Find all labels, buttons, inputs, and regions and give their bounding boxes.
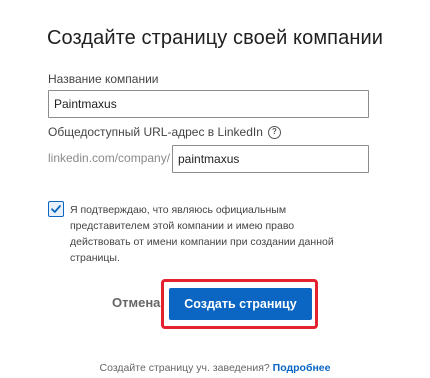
question-circle-icon[interactable]: ? [267,125,281,139]
footer-text: Создайте страницу уч. заведения? [99,362,270,374]
footer: Создайте страницу уч. заведения? Подробн… [0,362,430,374]
url-label-row: Общедоступный URL-адрес в LinkedIn ? [48,125,281,139]
url-label: Общедоступный URL-адрес в LinkedIn [48,125,263,139]
url-prefix: linkedin.com/company/ [48,151,171,165]
page-title: Создайте страницу своей компании [46,27,384,49]
cancel-button[interactable]: Отмена [112,295,160,310]
checkmark-icon [51,205,61,213]
consent-text: Я подтверждаю, что являюсь официальным п… [70,204,334,264]
company-name-input[interactable]: Paintmaxus [48,90,369,118]
consent-checkbox[interactable] [48,201,64,217]
create-page-button[interactable]: Создать страницу [169,288,312,320]
learn-more-link[interactable]: Подробнее [273,362,331,374]
company-name-label: Название компании [48,72,159,86]
company-url-input[interactable]: paintmaxus [172,145,369,173]
